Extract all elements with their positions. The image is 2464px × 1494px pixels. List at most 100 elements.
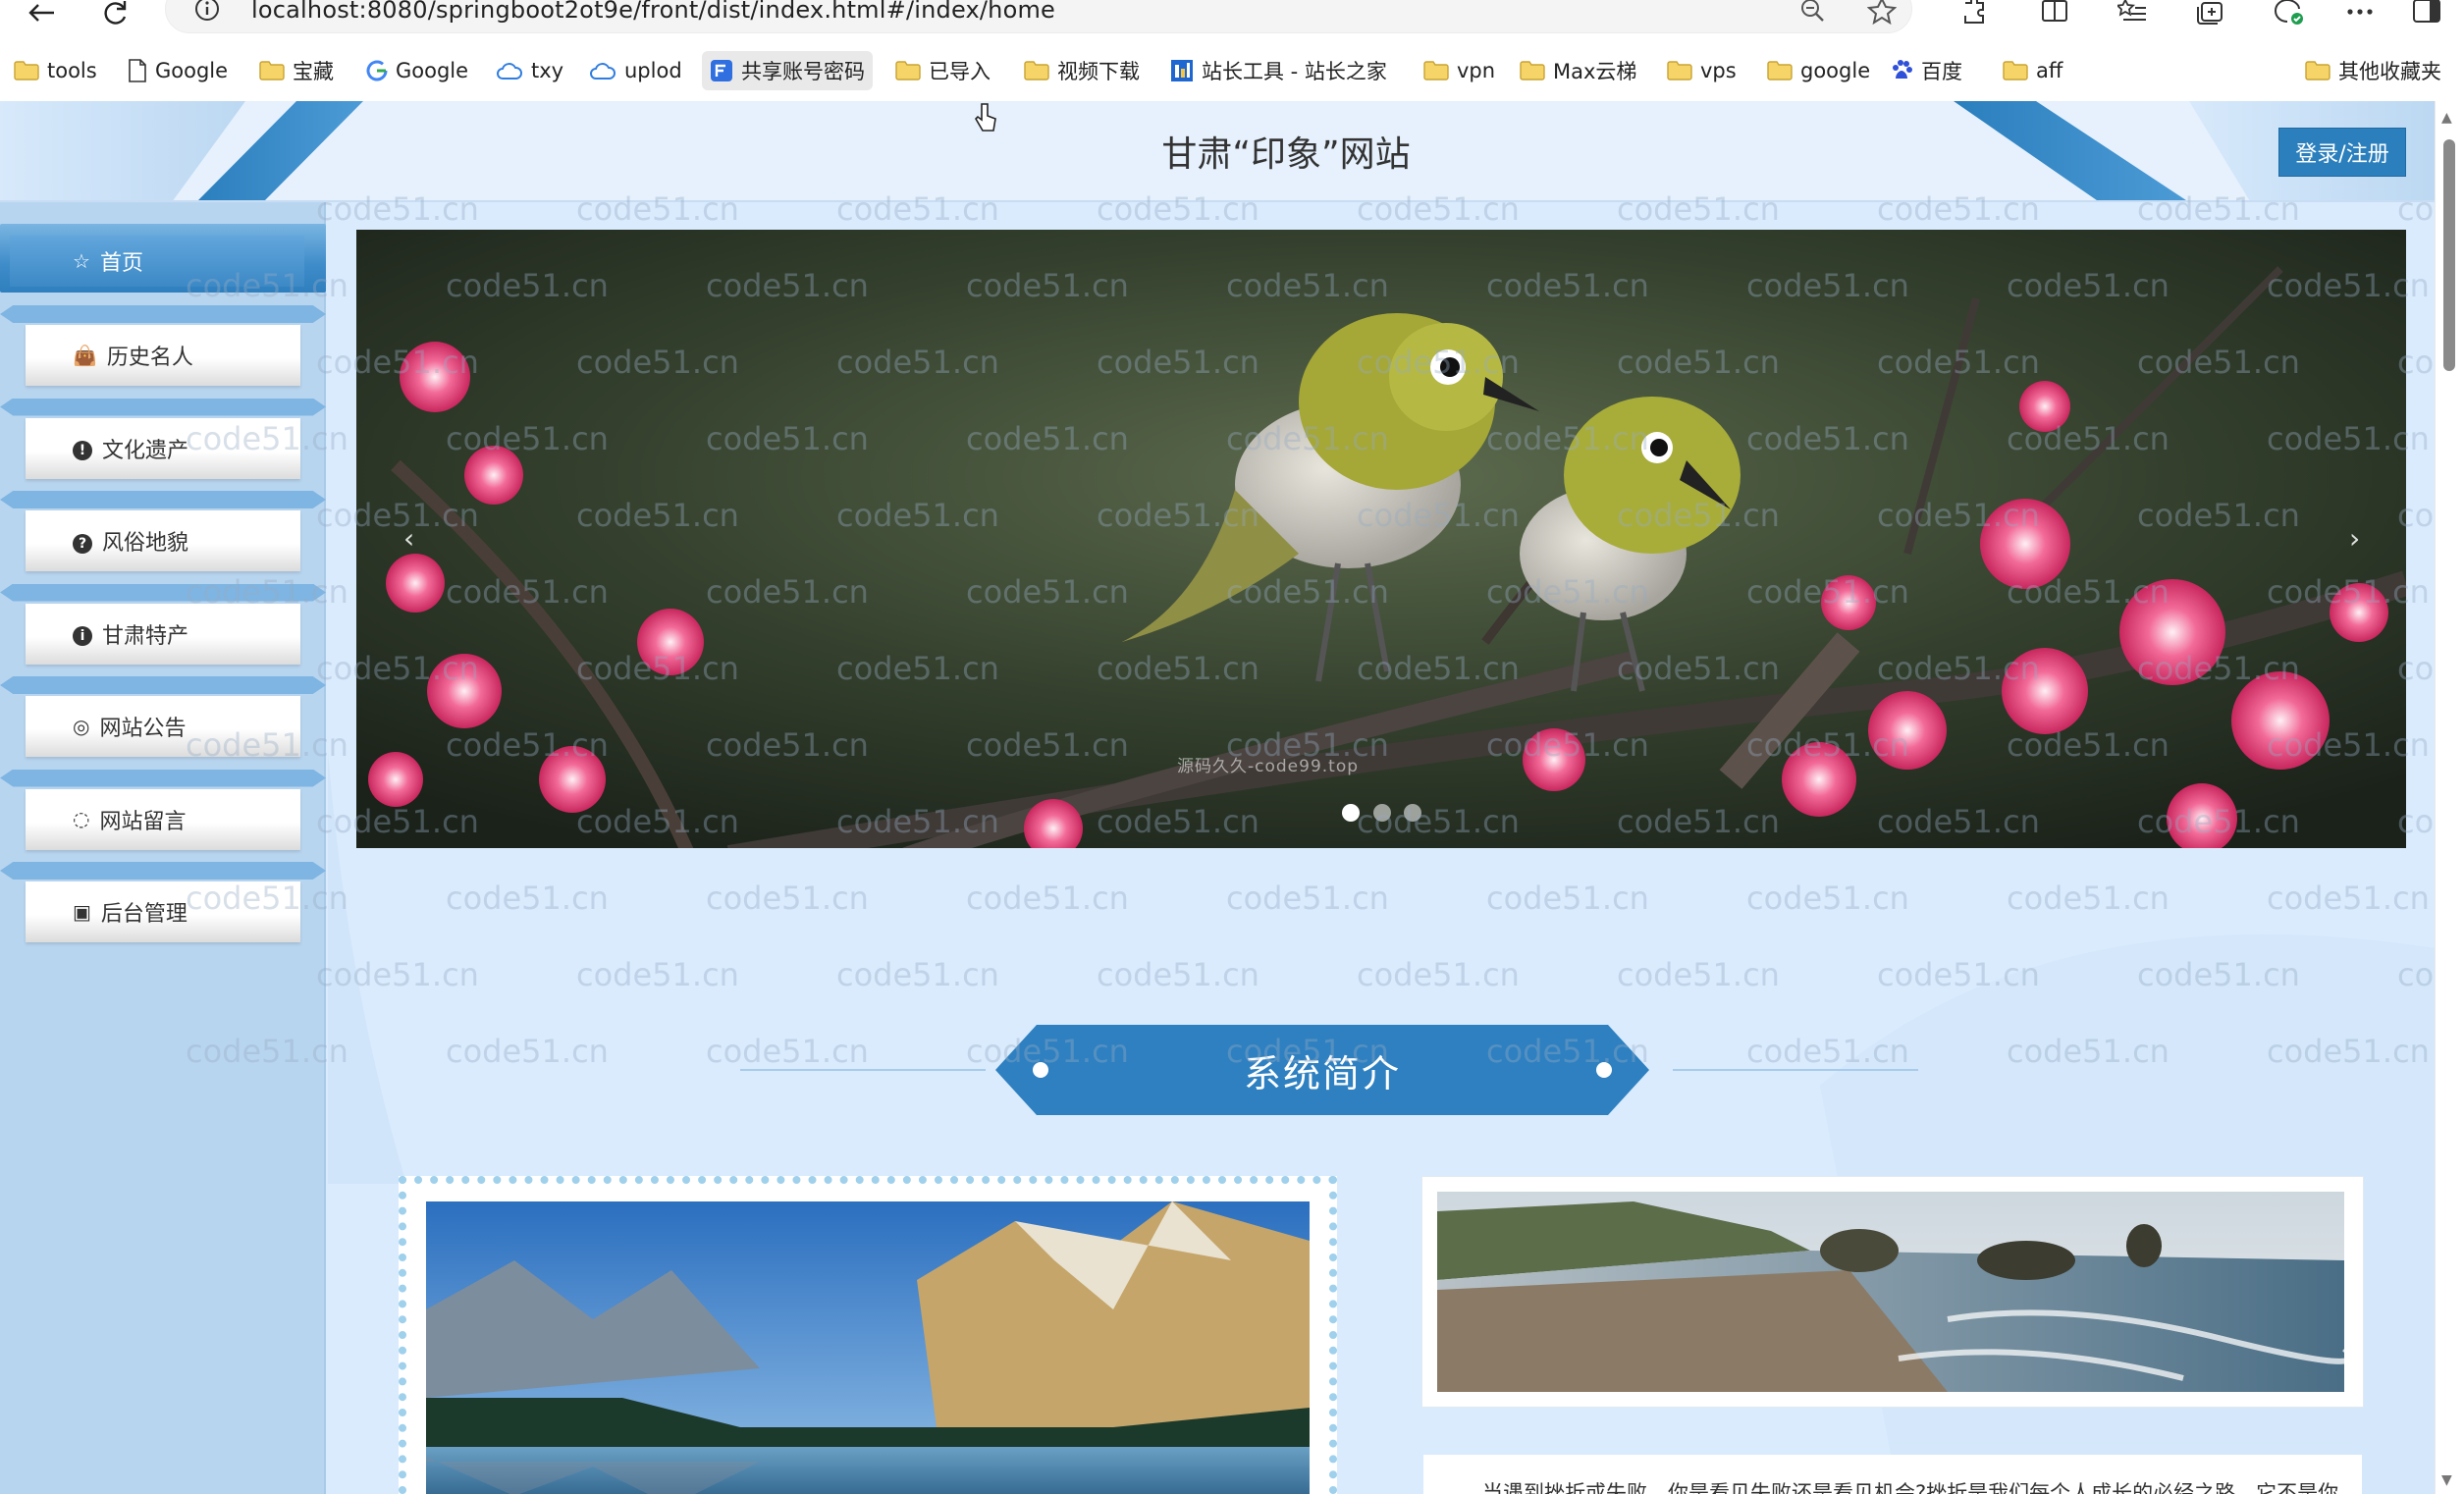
bookmark-item[interactable]: 百度	[1890, 51, 1962, 90]
favorite-star-icon[interactable]	[1862, 0, 1902, 26]
circle-icon: ◎	[73, 714, 90, 738]
bookmark-label: uplod	[624, 59, 682, 82]
nav-card[interactable]: ? 风俗地貌	[26, 510, 300, 571]
bookmark-item[interactable]: txy	[496, 51, 563, 90]
sidebar-item-label: 风俗地貌	[102, 531, 189, 556]
bookmark-item[interactable]: 共享账号密码	[702, 51, 873, 90]
bookmark-item[interactable]: 视频下载	[1024, 51, 1140, 90]
login-register-button[interactable]: 登录/注册	[2278, 128, 2406, 177]
nav-card[interactable]: 👜 历史名人	[26, 325, 300, 386]
sidebar-item-label: 后台管理	[100, 902, 187, 927]
page-icon	[128, 59, 147, 82]
bookmark-item[interactable]: uplod	[589, 51, 682, 90]
bookmark-label: Google	[155, 59, 229, 82]
exclamation-icon: !	[73, 436, 92, 460]
web-page: 甘肃“印象”网站 登录/注册 ☆ 首页 👜 历史名人! 文化遗产? 风俗地貌 i 甘肃特产 ◎ 网…	[0, 101, 2435, 1494]
reload-icon[interactable]	[96, 0, 135, 26]
bookmark-label: aff	[2036, 59, 2063, 82]
bookmark-item[interactable]: aff	[2003, 51, 2062, 90]
google-icon	[366, 60, 388, 81]
nav-card[interactable]: ! 文化遗产	[26, 417, 300, 479]
bookmark-label: 站长工具 - 站长之家	[1202, 60, 1387, 83]
folder-icon	[1767, 61, 1793, 80]
sidebar-item-messages[interactable]: ◌ 网站留言	[0, 769, 326, 872]
bookmark-label: google	[1800, 59, 1871, 82]
site-info-icon[interactable]	[192, 0, 222, 27]
more-menu-icon[interactable]	[2340, 0, 2380, 26]
bookmark-item[interactable]: tools	[14, 51, 97, 90]
sidebar-item-celebrities[interactable]: 👜 历史名人	[0, 305, 326, 407]
bookmarks-bar: tools Google 宝藏 Google txy uplod 共享账号密码 已导入 视频下载…	[0, 51, 2464, 90]
share-icon	[710, 59, 733, 82]
carousel-prev-icon[interactable]: ‹	[403, 522, 414, 555]
collections-icon[interactable]	[2191, 0, 2230, 26]
chat-icon: ◌	[73, 807, 90, 830]
sidebar-item-home-tab[interactable]: ☆ 首页	[10, 236, 304, 287]
nav-card[interactable]: i 甘肃特产	[26, 603, 300, 665]
sidebar-item-admin[interactable]: ▣ 后台管理	[0, 862, 326, 964]
sidebar-item-home[interactable]: ☆ 首页	[0, 224, 326, 302]
zoom-icon[interactable]	[1794, 0, 1833, 26]
sidebar-item-announcements[interactable]: ◎ 网站公告	[0, 676, 326, 778]
back-icon[interactable]	[22, 0, 61, 26]
bookmark-label: 其他收藏夹	[2338, 60, 2441, 83]
folder-icon	[895, 61, 921, 80]
lake-mountain-image	[426, 1201, 1310, 1494]
scroll-down-icon[interactable]: ▼	[2441, 1472, 2452, 1488]
bookmark-label: vpn	[1457, 59, 1496, 82]
bookmark-item[interactable]: 宝藏	[259, 51, 334, 90]
extensions-icon[interactable]	[1954, 0, 1993, 26]
sidebar-toggle-icon[interactable]	[2407, 0, 2446, 26]
bookmark-item[interactable]: Max云梯	[1520, 51, 1636, 90]
nav-band-decor	[0, 583, 326, 602]
baidu-icon	[1890, 59, 1913, 82]
nav-band-decor	[0, 305, 326, 323]
bookmark-label: txy	[531, 59, 564, 82]
favorites-list-icon[interactable]	[2113, 0, 2152, 26]
carousel-dot[interactable]	[1404, 804, 1421, 822]
bookmark-label: Google	[396, 59, 469, 82]
folder-icon	[1423, 61, 1449, 80]
split-screen-icon[interactable]	[2035, 0, 2074, 26]
url-text[interactable]: localhost:8080/springboot2ot9e/front/dis…	[251, 0, 1055, 24]
bookmark-item[interactable]: 其他收藏夹	[2305, 51, 2441, 90]
sidebar-item-label: 首页	[99, 251, 143, 276]
star-icon: ☆	[73, 248, 90, 273]
nav-card[interactable]: ◎ 网站公告	[26, 696, 300, 757]
section-title-banner: 系统简介	[995, 1025, 1649, 1115]
bag-icon: 👜	[73, 343, 97, 367]
scroll-up-icon[interactable]: ▲	[2441, 110, 2452, 126]
tools-site-icon	[1170, 59, 1194, 82]
banner-carousel[interactable]: 源码久久-code99.top ‹ ›	[356, 230, 2406, 848]
carousel-dot[interactable]	[1373, 804, 1391, 822]
coast-image	[1437, 1192, 2344, 1392]
sidebar-nav: ☆ 首页 👜 历史名人! 文化遗产 ? 风俗地貌 i 甘肃特产 ◎ 网站公告 ◌ 网站留言 ▣ 后台管理	[0, 202, 326, 1494]
bookmark-item[interactable]: Google	[128, 51, 228, 90]
folder-icon	[2305, 61, 2330, 80]
bookmark-item[interactable]: 已导入	[895, 51, 991, 90]
nav-card[interactable]: ◌ 网站留言	[26, 788, 300, 850]
carousel-dot[interactable]	[1342, 804, 1360, 822]
briefcase-icon: ▣	[73, 899, 91, 924]
bookmark-item[interactable]: google	[1767, 51, 1870, 90]
folder-icon	[2003, 61, 2028, 80]
bookmark-label: Max云梯	[1553, 60, 1637, 83]
nav-band-decor	[0, 491, 326, 508]
intro-image-frame	[399, 1176, 1337, 1494]
nav-card[interactable]: ▣ 后台管理	[26, 881, 300, 942]
main-content: 源码久久-code99.top ‹ › 系统简介 当遇到挫折或失败，你是看见失败…	[186, 190, 2435, 1494]
bookmark-item[interactable]: Google	[366, 51, 468, 90]
carousel-next-icon[interactable]: ›	[2349, 522, 2360, 555]
sidebar-item-customs[interactable]: ? 风俗地貌	[0, 491, 326, 593]
bookmark-item[interactable]: vps	[1667, 51, 1737, 90]
scrollbar-thumb[interactable]	[2443, 139, 2455, 371]
sidebar-item-heritage[interactable]: ! 文化遗产	[0, 398, 326, 501]
bookmark-item[interactable]: 站长工具 - 站长之家	[1170, 51, 1387, 90]
bookmark-item[interactable]: vpn	[1423, 51, 1495, 90]
sidebar-item-specialties[interactable]: i 甘肃特产	[0, 583, 326, 686]
sidebar-item-label: 文化遗产	[102, 438, 189, 463]
info-icon: i	[73, 621, 92, 646]
cloud-icon	[589, 61, 616, 80]
browser-essentials-icon[interactable]	[2270, 0, 2309, 26]
sidebar-item-label: 甘肃特产	[102, 623, 189, 649]
